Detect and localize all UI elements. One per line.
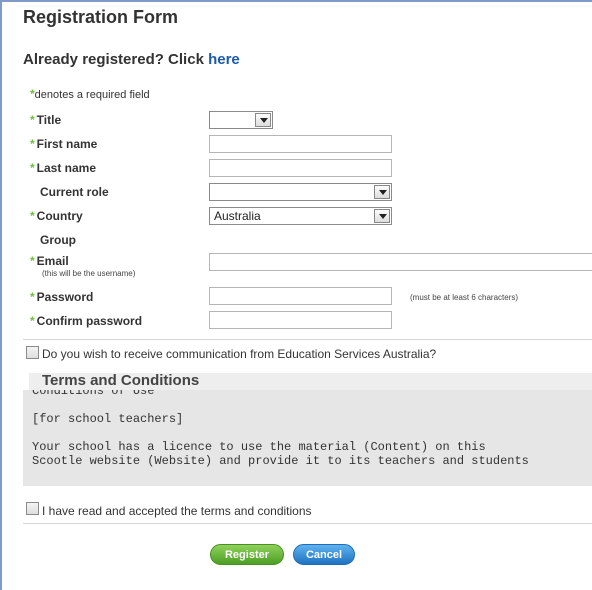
email-label-text: Email xyxy=(36,254,69,268)
required-note: *denotes a required field xyxy=(30,87,150,101)
login-here-link[interactable]: here xyxy=(208,51,240,68)
form-title: Registration Form xyxy=(23,7,179,27)
required-star-icon: * xyxy=(30,161,35,175)
email-sublabel: (this will be the username) xyxy=(42,269,136,278)
last-name-label: * Last name xyxy=(30,161,96,175)
title-select[interactable] xyxy=(209,111,273,129)
required-star-icon: * xyxy=(30,254,35,268)
already-registered-text: Already registered? Click here xyxy=(23,51,240,68)
already-registered-label: Already registered? Click xyxy=(23,51,209,68)
first-name-label-text: First name xyxy=(36,137,98,151)
password-input[interactable] xyxy=(209,287,392,305)
last-name-input[interactable] xyxy=(209,159,392,177)
required-note-text: denotes a required field xyxy=(34,89,150,101)
cancel-button[interactable]: Cancel xyxy=(293,544,355,565)
first-name-input[interactable] xyxy=(209,135,392,153)
password-hint: (must be at least 6 characters) xyxy=(410,293,519,302)
accept-terms-checkbox[interactable] xyxy=(26,502,39,515)
terms-text: Conditions of Use [for school teachers] … xyxy=(32,390,529,468)
confirm-password-input[interactable] xyxy=(209,311,392,329)
title-label-text: Title xyxy=(36,113,62,127)
country-label-text: Country xyxy=(36,209,83,223)
chevron-down-icon xyxy=(255,113,271,127)
terms-title: Terms and Conditions xyxy=(42,372,200,389)
chevron-down-icon xyxy=(374,209,390,223)
register-button[interactable]: Register xyxy=(210,544,284,565)
current-role-label: Current role xyxy=(40,185,109,199)
group-label: Group xyxy=(40,233,76,247)
terms-textbox[interactable]: Conditions of Use [for school teachers] … xyxy=(23,390,592,486)
accept-terms-label: I have read and accepted the terms and c… xyxy=(42,504,312,518)
divider xyxy=(23,523,592,524)
country-select-value: Australia xyxy=(214,209,261,223)
communication-label: Do you wish to receive communication fro… xyxy=(42,347,437,361)
country-label: * Country xyxy=(30,209,83,223)
country-select[interactable]: Australia xyxy=(209,207,392,225)
required-star-icon: * xyxy=(30,113,35,127)
communication-checkbox[interactable] xyxy=(26,346,39,359)
last-name-label-text: Last name xyxy=(36,161,97,175)
required-star-icon: * xyxy=(30,137,35,151)
chevron-down-icon xyxy=(374,185,390,199)
email-label: * Email (this will be the username) xyxy=(30,254,135,278)
password-label-text: Password xyxy=(36,290,94,304)
confirm-password-label-text: Confirm password xyxy=(36,314,143,328)
password-label: * Password xyxy=(30,290,93,304)
divider xyxy=(23,339,592,340)
required-star-icon: * xyxy=(30,290,35,304)
required-star-icon: * xyxy=(30,209,35,223)
required-star-icon: * xyxy=(30,314,35,328)
current-role-select[interactable] xyxy=(209,183,392,201)
first-name-label: * First name xyxy=(30,137,97,151)
confirm-password-label: * Confirm password xyxy=(30,314,142,328)
title-label: * Title xyxy=(30,113,61,127)
email-field[interactable] xyxy=(209,253,592,271)
